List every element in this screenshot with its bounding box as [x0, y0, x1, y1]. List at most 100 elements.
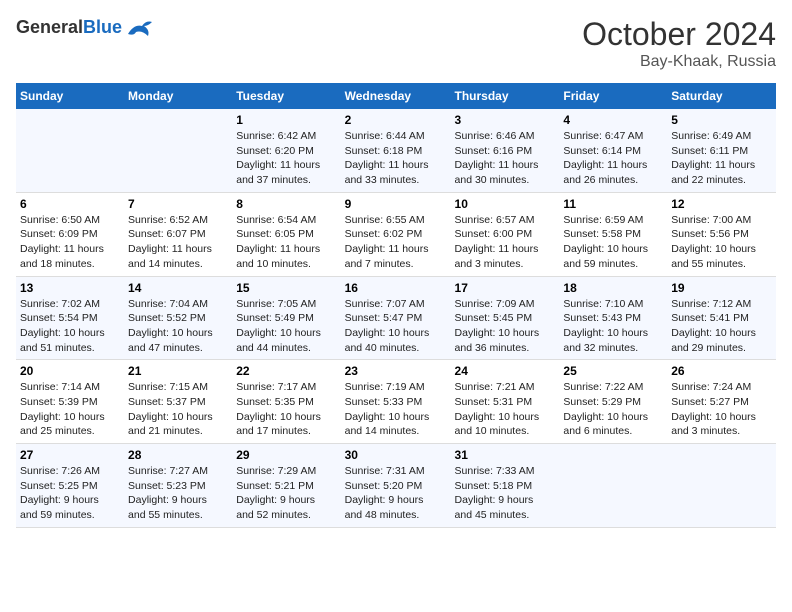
calendar-cell: 12 Sunrise: 7:00 AMSunset: 5:56 PMDayligh… [667, 192, 776, 276]
calendar-cell: 20 Sunrise: 7:14 AMSunset: 5:39 PMDayligh… [16, 360, 124, 444]
calendar-cell: 13 Sunrise: 7:02 AMSunset: 5:54 PMDayligh… [16, 276, 124, 360]
calendar-cell [667, 444, 776, 528]
day-number: 8 [236, 197, 336, 211]
calendar-cell: 11 Sunrise: 6:59 AMSunset: 5:58 PMDayligh… [559, 192, 667, 276]
day-info: Sunrise: 7:27 AMSunset: 5:23 PMDaylight:… [128, 464, 228, 523]
calendar-cell: 8 Sunrise: 6:54 AMSunset: 6:05 PMDaylight… [232, 192, 340, 276]
day-info: Sunrise: 7:07 AMSunset: 5:47 PMDaylight:… [345, 297, 447, 356]
day-number: 24 [455, 364, 556, 378]
day-info: Sunrise: 7:22 AMSunset: 5:29 PMDaylight:… [563, 380, 663, 439]
calendar-cell: 4Sunrise: 6:47 AMSunset: 6:14 PMDaylight… [559, 109, 667, 192]
day-info: Sunrise: 7:14 AMSunset: 5:39 PMDaylight:… [20, 380, 120, 439]
calendar-cell [559, 444, 667, 528]
day-number: 15 [236, 281, 336, 295]
day-info: Sunrise: 7:24 AMSunset: 5:27 PMDaylight:… [671, 380, 772, 439]
day-info: Sunrise: 7:29 AMSunset: 5:21 PMDaylight:… [236, 464, 336, 523]
calendar-cell: 5Sunrise: 6:49 AMSunset: 6:11 PMDaylight… [667, 109, 776, 192]
day-info: Sunrise: 7:17 AMSunset: 5:35 PMDaylight:… [236, 380, 336, 439]
day-number: 30 [345, 448, 447, 462]
day-number: 13 [20, 281, 120, 295]
day-number: 21 [128, 364, 228, 378]
month-title: October 2024 [582, 16, 776, 53]
day-info: Sunrise: 6:52 AMSunset: 6:07 PMDaylight:… [128, 213, 228, 272]
calendar-cell: 14Sunrise: 7:04 AMSunset: 5:52 PMDayligh… [124, 276, 232, 360]
calendar-cell: 9Sunrise: 6:55 AMSunset: 6:02 PMDaylight… [341, 192, 451, 276]
calendar-cell: 30 Sunrise: 7:31 AMSunset: 5:20 PMDayligh… [341, 444, 451, 528]
day-info: Sunrise: 7:33 AMSunset: 5:18 PMDaylight:… [455, 464, 556, 523]
calendar-table: Sunday Monday Tuesday Wednesday Thursday… [16, 83, 776, 528]
calendar-cell: 24 Sunrise: 7:21 AMSunset: 5:31 PMDayligh… [451, 360, 560, 444]
day-number: 16 [345, 281, 447, 295]
calendar-cell: 21Sunrise: 7:15 AMSunset: 5:37 PMDayligh… [124, 360, 232, 444]
calendar-cell: 18 Sunrise: 7:10 AMSunset: 5:43 PMDayligh… [559, 276, 667, 360]
day-info: Sunrise: 7:21 AMSunset: 5:31 PMDaylight:… [455, 380, 556, 439]
logo-blue: Blue [83, 17, 122, 37]
calendar-header-row: Sunday Monday Tuesday Wednesday Thursday… [16, 83, 776, 109]
day-info: Sunrise: 6:46 AMSunset: 6:16 PMDaylight:… [455, 129, 556, 188]
day-info: Sunrise: 7:26 AMSunset: 5:25 PMDaylight:… [20, 464, 120, 523]
day-number: 20 [20, 364, 120, 378]
day-info: Sunrise: 7:19 AMSunset: 5:33 PMDaylight:… [345, 380, 447, 439]
page-header: GeneralBlue October 2024 Bay-Khaak, Russ… [16, 16, 776, 71]
calendar-cell: 7 Sunrise: 6:52 AMSunset: 6:07 PMDaylight… [124, 192, 232, 276]
calendar-cell: 16 Sunrise: 7:07 AMSunset: 5:47 PMDayligh… [341, 276, 451, 360]
col-sunday: Sunday [16, 83, 124, 109]
day-number: 1 [236, 113, 336, 127]
location-title: Bay-Khaak, Russia [582, 53, 776, 71]
calendar-week-row-3: 13 Sunrise: 7:02 AMSunset: 5:54 PMDayligh… [16, 276, 776, 360]
day-number: 9 [345, 197, 447, 211]
logo-text: GeneralBlue [16, 17, 122, 38]
logo-general: General [16, 17, 83, 37]
logo-bird-icon [124, 16, 152, 38]
calendar-cell: 29 Sunrise: 7:29 AMSunset: 5:21 PMDayligh… [232, 444, 340, 528]
calendar-cell: 19Sunrise: 7:12 AMSunset: 5:41 PMDayligh… [667, 276, 776, 360]
day-info: Sunrise: 7:00 AMSunset: 5:56 PMDaylight:… [671, 213, 772, 272]
calendar-cell: 17 Sunrise: 7:09 AMSunset: 5:45 PMDayligh… [451, 276, 560, 360]
col-friday: Friday [559, 83, 667, 109]
day-number: 19 [671, 281, 772, 295]
calendar-week-row-1: 1 Sunrise: 6:42 AMSunset: 6:20 PMDaylight… [16, 109, 776, 192]
calendar-cell: 1 Sunrise: 6:42 AMSunset: 6:20 PMDaylight… [232, 109, 340, 192]
day-number: 28 [128, 448, 228, 462]
day-number: 12 [671, 197, 772, 211]
calendar-cell: 28 Sunrise: 7:27 AMSunset: 5:23 PMDayligh… [124, 444, 232, 528]
calendar-cell: 31 Sunrise: 7:33 AMSunset: 5:18 PMDayligh… [451, 444, 560, 528]
calendar-cell: 6Sunrise: 6:50 AMSunset: 6:09 PMDaylight… [16, 192, 124, 276]
logo: GeneralBlue [16, 16, 152, 38]
day-info: Sunrise: 6:44 AMSunset: 6:18 PMDaylight:… [345, 129, 447, 188]
calendar-cell [124, 109, 232, 192]
day-number: 29 [236, 448, 336, 462]
day-info: Sunrise: 7:09 AMSunset: 5:45 PMDaylight:… [455, 297, 556, 356]
day-info: Sunrise: 6:42 AMSunset: 6:20 PMDaylight:… [236, 129, 336, 188]
day-info: Sunrise: 7:05 AMSunset: 5:49 PMDaylight:… [236, 297, 336, 356]
day-number: 17 [455, 281, 556, 295]
calendar-cell: 3 Sunrise: 6:46 AMSunset: 6:16 PMDaylight… [451, 109, 560, 192]
col-monday: Monday [124, 83, 232, 109]
day-number: 18 [563, 281, 663, 295]
day-info: Sunrise: 7:10 AMSunset: 5:43 PMDaylight:… [563, 297, 663, 356]
day-number: 3 [455, 113, 556, 127]
col-wednesday: Wednesday [341, 83, 451, 109]
day-info: Sunrise: 7:04 AMSunset: 5:52 PMDaylight:… [128, 297, 228, 356]
day-number: 31 [455, 448, 556, 462]
calendar-week-row-5: 27Sunrise: 7:26 AMSunset: 5:25 PMDayligh… [16, 444, 776, 528]
calendar-cell: 26 Sunrise: 7:24 AMSunset: 5:27 PMDayligh… [667, 360, 776, 444]
day-number: 25 [563, 364, 663, 378]
day-number: 4 [563, 113, 663, 127]
day-number: 5 [671, 113, 772, 127]
calendar-cell: 15 Sunrise: 7:05 AMSunset: 5:49 PMDayligh… [232, 276, 340, 360]
day-info: Sunrise: 7:02 AMSunset: 5:54 PMDaylight:… [20, 297, 120, 356]
day-info: Sunrise: 6:54 AMSunset: 6:05 PMDaylight:… [236, 213, 336, 272]
day-info: Sunrise: 7:31 AMSunset: 5:20 PMDaylight:… [345, 464, 447, 523]
day-info: Sunrise: 6:59 AMSunset: 5:58 PMDaylight:… [563, 213, 663, 272]
day-info: Sunrise: 6:50 AMSunset: 6:09 PMDaylight:… [20, 213, 120, 272]
day-number: 26 [671, 364, 772, 378]
day-number: 7 [128, 197, 228, 211]
calendar-cell: 27Sunrise: 7:26 AMSunset: 5:25 PMDayligh… [16, 444, 124, 528]
col-tuesday: Tuesday [232, 83, 340, 109]
day-number: 10 [455, 197, 556, 211]
day-number: 22 [236, 364, 336, 378]
calendar-cell: 25 Sunrise: 7:22 AMSunset: 5:29 PMDayligh… [559, 360, 667, 444]
title-block: October 2024 Bay-Khaak, Russia [582, 16, 776, 71]
day-number: 11 [563, 197, 663, 211]
